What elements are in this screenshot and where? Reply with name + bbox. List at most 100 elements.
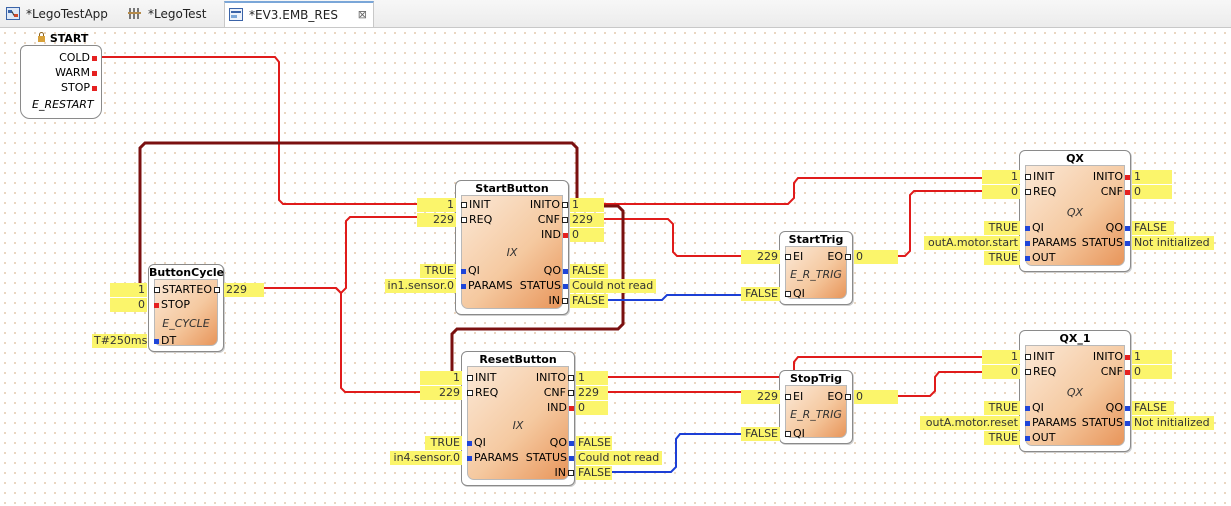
block-type: IX [512,419,524,432]
block-title: ButtonCycle [149,266,225,279]
port-req[interactable]: REQ [1021,365,1056,378]
port-dt[interactable]: DT [150,334,176,347]
lock-icon [38,32,45,42]
start-port-stop[interactable]: STOP [30,81,99,94]
value-inito: 1 [1132,170,1172,184]
block-type: E_CYCLE [162,317,210,330]
block-title: QX [1066,152,1084,165]
value-dt[interactable]: T#250ms [92,334,147,348]
value-qi[interactable]: TRUE [425,436,462,450]
port-qo[interactable]: QO [490,264,570,277]
event-connection-warm-reset-init [102,72,114,300]
port-qi[interactable]: QI [1021,221,1044,234]
value-req[interactable]: 229 [417,213,456,227]
value-qi[interactable]: TRUE [984,401,1020,415]
value-qi: FALSE [741,287,780,301]
port-ind[interactable]: IND [496,401,576,414]
start-port-warm[interactable]: WARM [30,66,99,79]
value-qi[interactable]: TRUE [420,264,456,278]
port-qo[interactable]: QO [1060,221,1132,234]
value-init[interactable]: 1 [420,371,462,385]
port-ei[interactable]: EI [781,250,803,263]
start-block-title: START [37,32,88,45]
value-params[interactable]: in4.sensor.0 [390,451,462,465]
value-in: FALSE [576,466,612,480]
value-inito: 1 [570,198,604,212]
value-req[interactable]: 229 [420,386,462,400]
port-qi[interactable]: QI [457,264,480,277]
port-out[interactable]: OUT [1021,251,1055,264]
value-params[interactable]: in1.sensor.0 [385,279,456,293]
value-ind: 0 [570,228,604,242]
port-eo[interactable]: EO [815,390,853,403]
value-out[interactable]: TRUE [984,431,1020,445]
value-inito: 1 [576,371,608,385]
value-eo: 229 [224,283,264,297]
block-type: IX [506,246,518,259]
port-eo[interactable]: EO [815,250,853,263]
port-cnf[interactable]: CNF [490,213,570,226]
value-inito: 1 [1132,350,1172,364]
port-inito[interactable]: INITO [496,371,576,384]
value-eo: 0 [854,390,898,404]
value-init[interactable]: 1 [417,198,456,212]
port-in[interactable]: IN [490,294,570,307]
port-out[interactable]: OUT [1021,431,1055,444]
port-req[interactable]: REQ [457,213,492,226]
value-params[interactable]: outA.motor.reset [920,416,1020,430]
port-inito[interactable]: INITO [490,198,570,211]
port-inito[interactable]: INITO [1060,350,1132,363]
port-status[interactable]: STATUS [490,279,570,292]
port-status[interactable]: STATUS [1060,416,1132,429]
value-qi[interactable]: TRUE [984,221,1020,235]
value-status: Not initialized [1132,236,1214,250]
port-status[interactable]: STATUS [496,451,576,464]
port-qi[interactable]: QI [1021,401,1044,414]
port-init[interactable]: INIT [1021,170,1054,183]
value-params[interactable]: outA.motor.start [924,236,1020,250]
port-qi[interactable]: QI [463,436,486,449]
value-qo: FALSE [570,264,608,278]
port-in[interactable]: IN [496,466,576,479]
value-eo: 0 [854,250,898,264]
value-cnf: 229 [570,213,604,227]
value-ind: 0 [576,401,608,415]
value-start[interactable]: 1 [110,283,147,297]
value-stop[interactable]: 0 [110,298,147,312]
block-type: QX [1066,206,1084,219]
port-ei[interactable]: EI [781,390,803,403]
value-qo: FALSE [576,436,612,450]
port-init[interactable]: INIT [463,371,496,384]
port-eo[interactable]: EO [190,283,222,296]
port-req[interactable]: REQ [463,386,498,399]
port-init[interactable]: INIT [1021,350,1054,363]
value-status: Not initialized [1132,416,1214,430]
block-title: StopTrig [790,372,842,385]
port-req[interactable]: REQ [1021,185,1056,198]
value-req: 0 [982,365,1020,379]
port-cnf[interactable]: CNF [496,386,576,399]
value-qo: FALSE [1132,221,1174,235]
port-inito[interactable]: INITO [1060,170,1132,183]
port-qi[interactable]: QI [781,427,805,440]
port-cnf[interactable]: CNF [1060,365,1132,378]
value-cnf: 0 [1132,365,1172,379]
port-qo[interactable]: QO [496,436,576,449]
port-stop[interactable]: STOP [150,298,190,311]
port-status[interactable]: STATUS [1060,236,1132,249]
start-title-label: START [49,32,89,45]
block-title: QX_1 [1059,332,1091,345]
start-port-cold[interactable]: COLD [30,51,99,64]
block-title: StartButton [475,182,549,195]
port-qo[interactable]: QO [1060,401,1132,414]
block-type: E_R_TRIG [790,268,842,281]
value-out[interactable]: TRUE [984,251,1020,265]
block-title: StartTrig [788,233,844,246]
port-ind[interactable]: IND [490,228,570,241]
value-ei: 229 [741,250,780,264]
block-type: E_R_TRIG [790,408,842,421]
port-init[interactable]: INIT [457,198,490,211]
port-cnf[interactable]: CNF [1060,185,1132,198]
value-in: FALSE [570,294,608,308]
port-qi[interactable]: QI [781,287,805,300]
